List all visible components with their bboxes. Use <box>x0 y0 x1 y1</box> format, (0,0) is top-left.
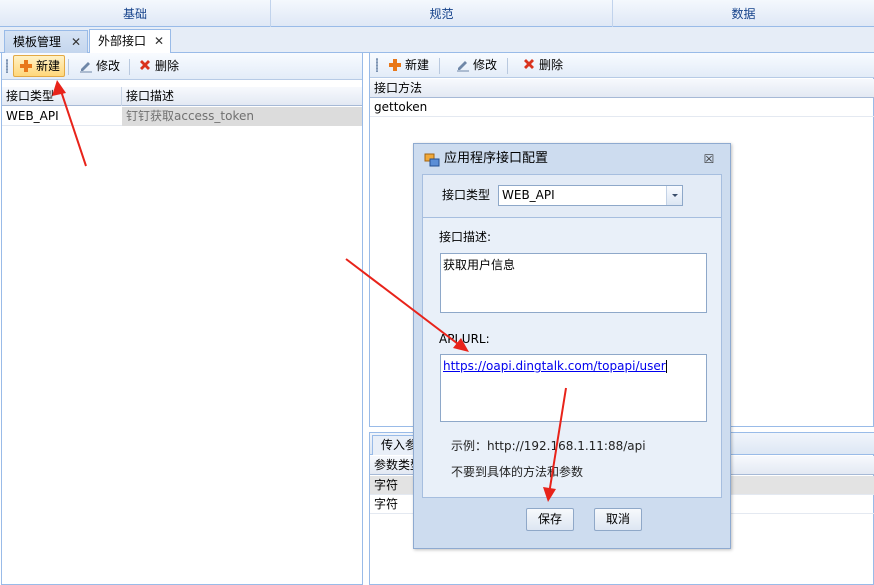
api-config-dialog: 应用程序接口配置 ☒ 接口类型 WEB_API 接口描述: 获取用户信息 API… <box>413 143 731 549</box>
interface-type-label: 接口类型 <box>442 188 491 202</box>
toolbar-separator <box>68 59 69 75</box>
right-toolbar: 新建 修改 删除 <box>370 53 874 78</box>
method-edit-label: 修改 <box>473 58 498 72</box>
tab-external-interface[interactable]: 外部接口 ✕ <box>89 29 171 53</box>
module-tab-data[interactable]: 数据 <box>613 0 874 27</box>
interface-type-value: WEB_API <box>502 188 555 202</box>
toolbar-separator <box>507 58 508 74</box>
pencil-icon <box>457 61 469 72</box>
toolbar-grip[interactable] <box>376 58 378 72</box>
method-delete-label: 删除 <box>539 58 564 72</box>
note-hint: 不要到具体的方法和参数 <box>451 465 584 479</box>
plus-icon <box>389 59 401 71</box>
column-header-interface-type[interactable]: 接口类型 <box>2 87 122 106</box>
cell-interface-desc: 钉钉获取access_token <box>122 107 362 126</box>
interface-desc-field[interactable]: 获取用户信息 <box>440 253 707 313</box>
left-panel <box>1 53 363 585</box>
method-new-label: 新建 <box>405 58 430 72</box>
table-row[interactable]: gettoken <box>370 98 874 117</box>
method-grid-header: 接口方法 <box>370 79 874 98</box>
api-url-field[interactable]: https://oapi.dingtalk.com/topapi/user <box>440 354 707 422</box>
interface-detail-group: 接口描述: 获取用户信息 API URL: https://oapi.dingt… <box>423 217 721 497</box>
method-edit-button[interactable]: 修改 <box>450 54 502 76</box>
interface-type-select[interactable]: WEB_API <box>498 185 683 206</box>
chevron-down-icon[interactable] <box>666 186 682 205</box>
edit-button-label: 修改 <box>96 59 121 73</box>
close-icon[interactable]: ✕ <box>71 31 81 53</box>
dialog-title: 应用程序接口配置 <box>444 151 549 166</box>
module-tab-basic[interactable]: 基础 <box>0 0 271 27</box>
tab-label: 外部接口 <box>98 34 147 48</box>
delete-x-icon <box>140 60 150 70</box>
tab-label: 模板管理 <box>13 35 62 49</box>
new-button-label: 新建 <box>36 59 61 73</box>
text-cursor <box>665 360 667 373</box>
delete-button[interactable]: 删除 <box>132 55 184 77</box>
cancel-button[interactable]: 取消 <box>594 508 642 531</box>
save-button[interactable]: 保存 <box>526 508 574 531</box>
example-hint: 示例：http://192.168.1.11:88/api <box>451 439 646 453</box>
left-toolbar: 新建 修改 删除 <box>2 53 362 80</box>
delete-x-icon <box>524 59 534 69</box>
method-delete-button[interactable]: 删除 <box>516 54 568 76</box>
left-grid-header: 接口类型 接口描述 <box>2 87 362 106</box>
column-header-method[interactable]: 接口方法 <box>370 79 874 98</box>
pencil-icon <box>80 62 92 73</box>
close-icon[interactable]: ✕ <box>154 30 164 52</box>
delete-button-label: 删除 <box>155 59 180 73</box>
dialog-body: 接口类型 WEB_API 接口描述: 获取用户信息 API URL: https… <box>422 174 722 498</box>
table-row[interactable]: WEB_API 钉钉获取access_token <box>2 107 362 126</box>
edit-button[interactable]: 修改 <box>73 55 125 77</box>
module-tab-spec[interactable]: 规范 <box>271 0 613 27</box>
toolbar-separator <box>129 59 130 75</box>
method-new-button[interactable]: 新建 <box>382 54 434 76</box>
new-button[interactable]: 新建 <box>13 55 66 77</box>
document-tab-bar: 模板管理 ✕ 外部接口 ✕ <box>0 27 874 53</box>
api-url-value[interactable]: https://oapi.dingtalk.com/topapi/user <box>443 359 666 373</box>
column-header-interface-desc[interactable]: 接口描述 <box>122 87 362 106</box>
tab-template-manage[interactable]: 模板管理 ✕ <box>4 30 88 53</box>
close-icon[interactable]: ☒ <box>702 152 716 166</box>
interface-desc-label: 接口描述: <box>439 230 492 244</box>
cell-method-name: gettoken <box>374 100 428 114</box>
api-url-label: API URL: <box>439 332 490 346</box>
module-tab-bar: 基础 规范 数据 <box>0 0 874 27</box>
plus-icon <box>20 60 32 72</box>
cell-interface-type: WEB_API <box>6 109 59 123</box>
toolbar-separator <box>439 58 440 74</box>
toolbar-grip[interactable] <box>6 59 8 73</box>
